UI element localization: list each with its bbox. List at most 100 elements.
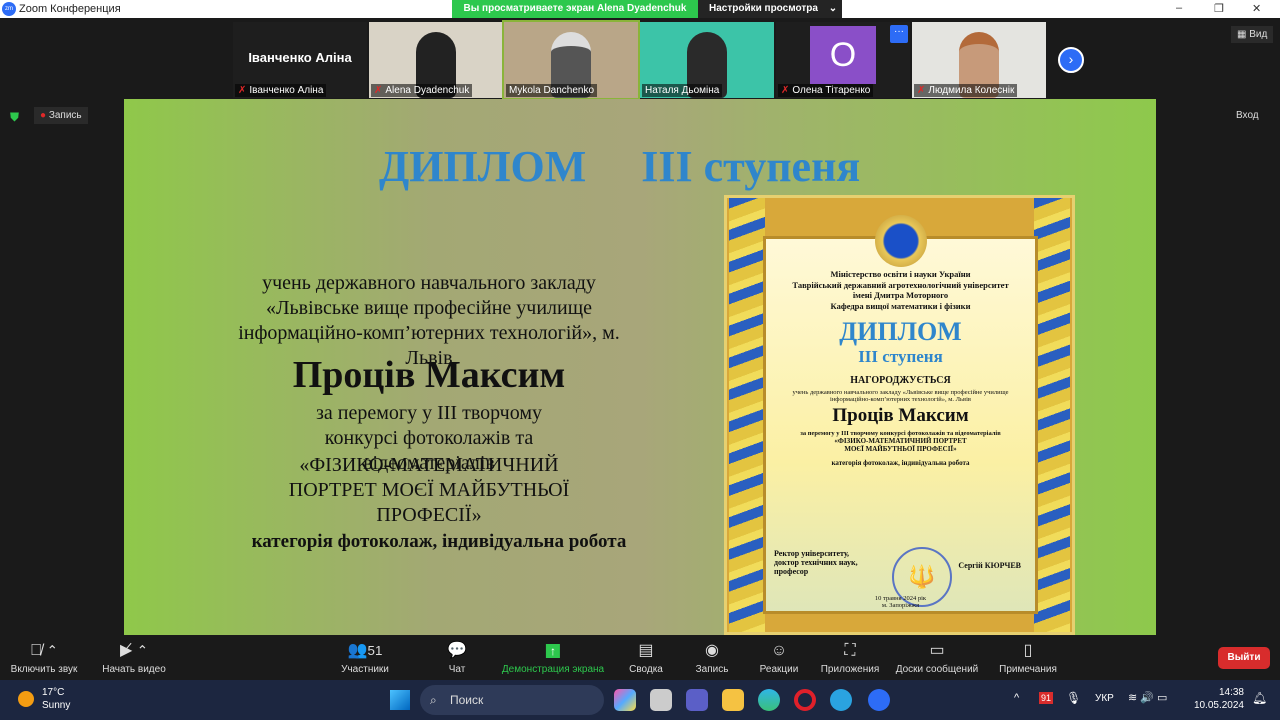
whiteboards-button[interactable]: ▭ Доски сообщений: [896, 640, 979, 675]
reactions-icon: ☺: [770, 642, 788, 659]
zoom-app-icon[interactable]: [868, 689, 890, 711]
copilot-icon[interactable]: [614, 689, 636, 711]
meeting-toolbar: 🎙̸ ⌃ Включить звук ▶̸ ⌃ Начать видео 👥51 Уч…: [0, 640, 1280, 680]
slide-student-name: Проців Максим: [292, 354, 566, 396]
search-label: Поиск: [450, 693, 484, 707]
notification-badge[interactable]: 91: [1039, 692, 1054, 704]
participant-tile[interactable]: Наталя Дьоміна: [640, 22, 774, 98]
windows-taskbar: 17°C Sunny ⌕ Поиск ^ 91 🎙 УКР ≋ 🔊 ▭ 14:38 1…: [0, 680, 1280, 720]
notes-button[interactable]: ▯ Примечания: [999, 640, 1057, 675]
date: 10.05.2024: [1193, 700, 1244, 711]
diploma-school: учень державного навчального закладу «Ль…: [792, 389, 1009, 403]
laurel-left: [729, 198, 765, 632]
recording-indicator[interactable]: ● Запись: [34, 107, 88, 124]
reactions-button[interactable]: ☺ Реакции: [760, 640, 799, 675]
whiteboards-label: Доски сообщений: [895, 664, 979, 675]
slide-category: категорія фотоколаж, індивідуальна робот…: [251, 531, 627, 552]
bell-icon[interactable]: 🔔︎: [1252, 691, 1267, 705]
summary-button[interactable]: ▤ Сводка: [629, 640, 663, 675]
task-view-icon[interactable]: [650, 689, 672, 711]
more-options-button[interactable]: ···: [890, 25, 908, 43]
sharing-banner: Вы просматриваете экран Alena Dyadenchuk: [452, 0, 698, 18]
diploma-degree: ІІІ ступеня: [858, 347, 943, 366]
diploma-date: 10 травня 2024 рік м. Запоріжжя: [874, 595, 927, 609]
time: 14:38: [1218, 687, 1244, 698]
name-label: Іванченко Аліна: [249, 85, 324, 96]
slide-contest: «ФІЗИКО-МАТЕМАТИЧНИЙ ПОРТРЕТ МОЄЇ МАЙБУТ…: [288, 454, 570, 526]
whiteboard-icon: ▭: [929, 642, 945, 659]
microphone-icon[interactable]: 🎙: [1066, 691, 1081, 705]
name-label: Олена Тітаренко: [792, 85, 871, 96]
opera-icon[interactable]: [794, 689, 816, 711]
wifi-volume-battery-icon[interactable]: ≋ 🔊 ▭: [1128, 691, 1167, 704]
diploma-contest: «ФІЗИКО-МАТЕМАТИЧНИЙ ПОРТРЕТ МОЄЇ МАЙБУТ…: [834, 437, 967, 453]
edge-icon[interactable]: [758, 689, 780, 711]
participant-name: ✗ Іванченко Аліна: [235, 84, 327, 97]
diploma-header: Міністерство освіти і науки України Тавр…: [792, 269, 1009, 311]
file-explorer-icon[interactable]: [722, 689, 744, 711]
view-button[interactable]: ▦ Вид: [1231, 26, 1274, 43]
sun-icon: [18, 691, 34, 707]
mic-muted-icon: ✗: [374, 85, 383, 96]
participants-label: Участники: [341, 664, 389, 675]
enter-button[interactable]: Вход: [1236, 110, 1259, 121]
teams-icon[interactable]: [686, 689, 708, 711]
temperature: 17°C: [42, 687, 65, 698]
telegram-icon[interactable]: [830, 689, 852, 711]
maximize-icon[interactable]: ❐: [1214, 2, 1224, 15]
chevron-up-icon[interactable]: ^: [1014, 692, 1019, 704]
minimize-icon[interactable]: –: [1176, 2, 1182, 14]
taskbar-search[interactable]: ⌕ Поиск: [420, 685, 604, 715]
video-off-icon: ▶̸ ⌃: [120, 642, 148, 659]
diploma-signer-title: Ректор університету, доктор технічних на…: [774, 549, 858, 576]
participant-tile[interactable]: ✗ Alena Dyadenchuk: [369, 22, 503, 98]
weather-condition: Sunny: [42, 700, 71, 711]
leave-button[interactable]: Выйти: [1218, 647, 1270, 669]
language-indicator[interactable]: УКР: [1095, 693, 1114, 704]
share-screen-button[interactable]: ↑ Демонстрация экрана: [502, 640, 604, 675]
close-icon[interactable]: ✕: [1252, 2, 1261, 15]
slide-title: ДИПЛОМ ІІІ ступеня: [379, 142, 861, 191]
avatar: О: [810, 26, 876, 84]
reactions-label: Реакции: [759, 664, 799, 675]
search-icon: ⌕: [430, 693, 437, 707]
apps-label: Приложения: [820, 664, 880, 675]
zoom-logo-icon: zm: [2, 2, 16, 16]
participant-name: Наталя Дьоміна: [642, 84, 723, 97]
participants-count: 51: [367, 643, 383, 658]
window-title: Zoom Конференция: [19, 3, 121, 15]
apps-button[interactable]: ⛶ Приложения: [821, 640, 880, 675]
next-page-arrow-icon[interactable]: ›: [1058, 47, 1084, 73]
chat-button[interactable]: 💬 Чат: [447, 640, 467, 675]
video-label: Начать видео: [102, 664, 166, 675]
record-button[interactable]: ◉ Запись: [696, 640, 729, 675]
participant-tile[interactable]: ✗ Людмила Колеснік: [912, 22, 1046, 98]
shield-icon: ⛊: [10, 110, 20, 124]
mic-muted-icon: 🎙̸ ⌃: [30, 642, 58, 659]
weather-widget[interactable]: 17°C Sunny: [42, 686, 70, 712]
shared-screen: ДИПЛОМ ІІІ ступеня учень державного навч…: [124, 99, 1156, 635]
name-label: Mykola Danchenko: [509, 85, 595, 96]
participant-tile[interactable]: Іванченко Аліна ✗ Іванченко Аліна: [233, 22, 367, 98]
name-label: Alena Dyadenchuk: [385, 85, 470, 96]
view-settings-label: Настройки просмотра: [709, 3, 818, 14]
apps-icon: ⛶: [844, 642, 856, 659]
summary-icon: ▤: [638, 642, 654, 659]
chat-label: Чат: [448, 664, 466, 675]
clock[interactable]: 14:38 10.05.2024: [1188, 686, 1244, 712]
view-settings-button[interactable]: Настройки просмотра ⌄: [698, 0, 842, 18]
diploma-student-name: Проців Максим: [832, 405, 969, 426]
participants-button[interactable]: 👥51 Участники: [341, 640, 389, 675]
diploma-title: ДИПЛОМ: [839, 317, 962, 346]
participant-tile-active[interactable]: Mykola Danchenko: [502, 20, 640, 100]
windows-start-icon[interactable]: [390, 690, 410, 710]
diploma-awarded: НАГОРОДЖУЄТЬСЯ: [850, 375, 951, 386]
record-icon: ◉: [705, 642, 719, 659]
participant-name: ✗ Alena Dyadenchuk: [371, 84, 473, 97]
start-video-button[interactable]: ▶̸ ⌃ Начать видео: [102, 640, 166, 675]
participant-name: ✗ Олена Тітаренко: [778, 84, 874, 97]
record-label: Запись: [695, 664, 729, 675]
participant-big-name: Іванченко Аліна: [248, 50, 352, 65]
unmute-button[interactable]: 🎙̸ ⌃ Включить звук: [11, 640, 78, 675]
mic-muted-icon: ✗: [781, 85, 790, 96]
